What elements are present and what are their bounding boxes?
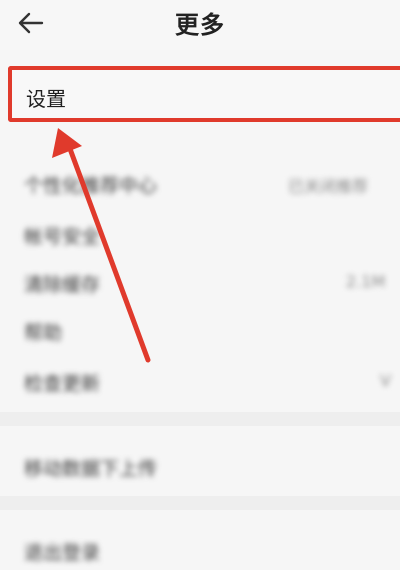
- list-item-label[interactable]: 个性化推荐中心: [24, 171, 157, 198]
- section-divider: [0, 412, 400, 426]
- top-bar: 更多: [0, 0, 400, 50]
- settings-row[interactable]: 设置: [8, 66, 400, 122]
- list-item-value: 2.1M: [346, 272, 386, 291]
- list-item-value: 已关闭推荐: [288, 177, 369, 196]
- settings-label: 设置: [26, 87, 66, 111]
- section-divider: [0, 496, 400, 510]
- list-item-value: V: [380, 371, 391, 390]
- list-item-label[interactable]: 检查更新: [24, 369, 100, 396]
- list-item-label[interactable]: 移动数据下上传: [24, 454, 157, 481]
- list-item-label[interactable]: 清除缓存: [24, 270, 100, 297]
- list-item-label[interactable]: 退出登录: [24, 538, 100, 565]
- list-item-label[interactable]: 帐号安全: [24, 222, 100, 249]
- page-title: 更多: [175, 11, 225, 39]
- list-item-label[interactable]: 帮助: [24, 318, 62, 345]
